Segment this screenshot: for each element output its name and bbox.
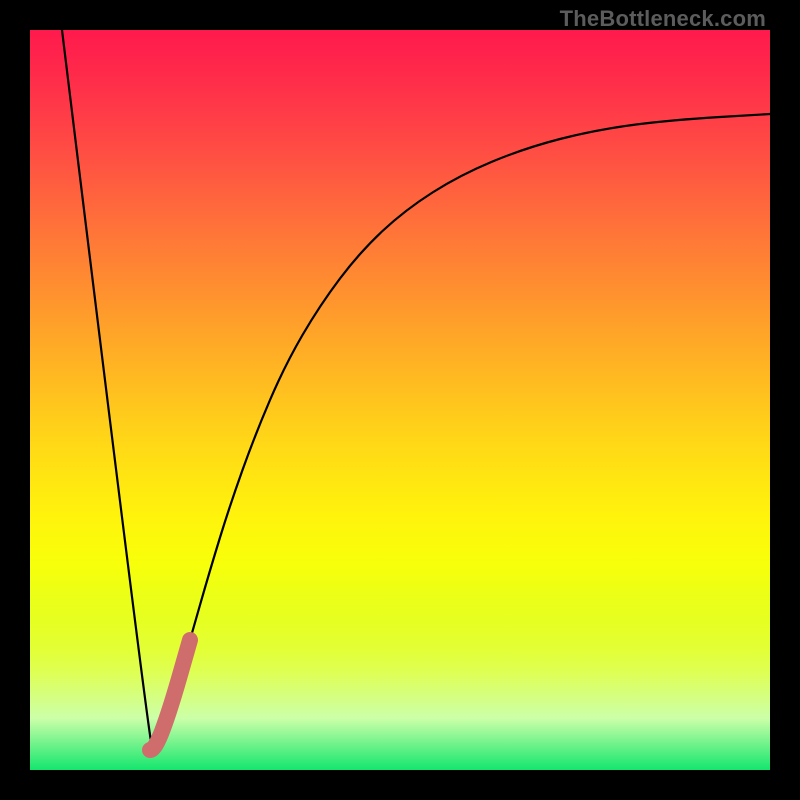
highlight-segment-line	[150, 640, 190, 750]
plot-area	[30, 30, 770, 770]
chart-svg	[30, 30, 770, 770]
watermark-text: TheBottleneck.com	[560, 6, 766, 32]
chart-frame: TheBottleneck.com	[0, 0, 800, 800]
v-curve-line	[62, 30, 770, 750]
